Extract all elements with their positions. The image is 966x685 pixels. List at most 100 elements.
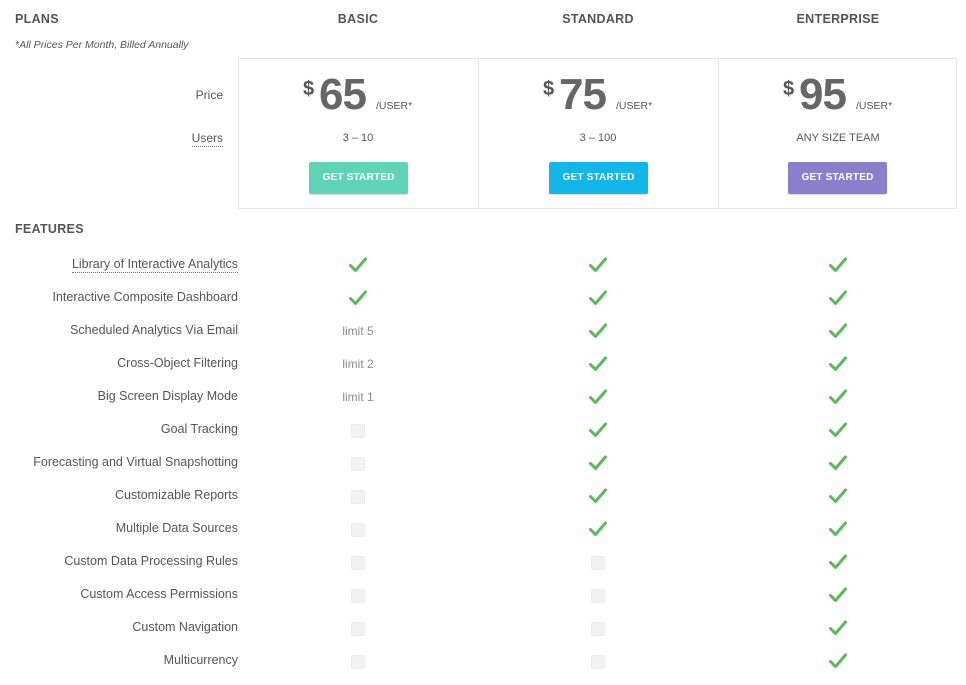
checkmark-icon — [829, 389, 847, 405]
feature-cell — [718, 550, 958, 583]
feature-cell — [238, 253, 478, 286]
feature-cell — [718, 319, 958, 352]
price-unit: /USER* — [616, 100, 653, 112]
feature-cell — [478, 583, 718, 616]
currency-symbol: $ — [783, 78, 795, 100]
feature-label: Goal Tracking — [160, 422, 238, 436]
checkmark-icon — [829, 653, 847, 669]
price-unit: /USER* — [856, 100, 893, 112]
empty-box-icon — [351, 523, 365, 537]
feature-cell — [238, 616, 478, 649]
feature-cell — [478, 352, 718, 385]
feature-cell — [238, 550, 478, 583]
plan-name-standard: STANDARD — [562, 12, 634, 26]
checkmark-icon — [349, 257, 367, 273]
checkmark-icon — [829, 290, 847, 306]
feature-cell — [718, 583, 958, 616]
checkmark-icon — [589, 389, 607, 405]
plan-name-enterprise: ENTERPRISE — [796, 12, 880, 26]
checkmark-icon — [829, 521, 847, 537]
checkmark-icon — [589, 488, 607, 504]
feature-cell — [718, 286, 958, 319]
feature-label[interactable]: Library of Interactive Analytics — [71, 257, 238, 273]
checkmark-icon — [589, 455, 607, 471]
feature-cell — [238, 418, 478, 451]
feature-cell — [478, 649, 718, 682]
feature-cell — [718, 649, 958, 682]
feature-cell — [718, 451, 958, 484]
price-basic: $ 65 /USER* — [238, 70, 478, 120]
feature-cell — [478, 286, 718, 319]
checkmark-icon — [829, 257, 847, 273]
feature-cell — [718, 517, 958, 550]
feature-cell — [718, 418, 958, 451]
checkmark-icon — [829, 554, 847, 570]
feature-cell — [478, 484, 718, 517]
feature-label: Custom Navigation — [132, 620, 238, 634]
price-amount: 75 — [559, 70, 607, 119]
feature-cell — [478, 253, 718, 286]
users-label[interactable]: Users — [191, 131, 223, 147]
feature-cell — [238, 583, 478, 616]
feature-cell: limit 1 — [238, 385, 478, 418]
feature-cell — [718, 484, 958, 517]
feature-cell — [238, 451, 478, 484]
empty-box-icon — [351, 424, 365, 438]
feature-cell — [478, 451, 718, 484]
empty-box-icon — [351, 490, 365, 504]
checkmark-icon — [589, 422, 607, 438]
price-unit: /USER* — [376, 100, 413, 112]
feature-limit: limit 5 — [342, 324, 374, 338]
checkmark-icon — [589, 257, 607, 273]
feature-cell — [238, 649, 478, 682]
feature-limit: limit 1 — [342, 390, 374, 404]
users-basic: 3 – 10 — [342, 132, 374, 144]
price-label: Price — [195, 88, 223, 102]
pricing-note: *All Prices Per Month, Billed Annually — [15, 39, 189, 51]
feature-label: Big Screen Display Mode — [97, 389, 238, 403]
feature-label: Cross-Object Filtering — [117, 356, 238, 370]
checkmark-icon — [589, 356, 607, 372]
currency-symbol: $ — [543, 78, 555, 100]
checkmark-icon — [829, 356, 847, 372]
feature-label: Customizable Reports — [115, 488, 238, 502]
feature-label: Custom Data Processing Rules — [64, 554, 238, 568]
get-started-basic-button[interactable]: GET STARTED — [309, 162, 408, 194]
checkmark-icon — [829, 587, 847, 603]
feature-label: Forecasting and Virtual Snapshotting — [33, 455, 238, 469]
feature-label: Multicurrency — [163, 653, 238, 667]
price-amount: 65 — [319, 70, 367, 119]
checkmark-icon — [829, 620, 847, 636]
checkmark-icon — [349, 290, 367, 306]
empty-box-icon — [591, 556, 605, 570]
feature-cell — [718, 616, 958, 649]
feature-cell — [238, 484, 478, 517]
plan-name-basic: BASIC — [337, 12, 379, 26]
feature-cell — [718, 253, 958, 286]
feature-cell — [478, 385, 718, 418]
empty-box-icon — [351, 457, 365, 471]
empty-box-icon — [591, 655, 605, 669]
feature-cell: limit 2 — [238, 352, 478, 385]
empty-box-icon — [591, 622, 605, 636]
checkmark-icon — [589, 323, 607, 339]
feature-cell: limit 5 — [238, 319, 478, 352]
feature-limit: limit 2 — [342, 357, 374, 371]
checkmark-icon — [589, 290, 607, 306]
get-started-standard-button[interactable]: GET STARTED — [549, 162, 648, 194]
price-amount: 95 — [799, 70, 847, 119]
feature-cell — [478, 616, 718, 649]
empty-box-icon — [351, 655, 365, 669]
feature-cell — [718, 352, 958, 385]
plans-title: PLANS — [15, 12, 59, 26]
feature-cell — [478, 418, 718, 451]
feature-cell — [478, 319, 718, 352]
feature-cell — [718, 385, 958, 418]
price-enterprise: $ 95 /USER* — [718, 70, 958, 120]
get-started-enterprise-button[interactable]: GET STARTED — [788, 162, 887, 194]
price-standard: $ 75 /USER* — [478, 70, 718, 120]
feature-cell — [478, 550, 718, 583]
currency-symbol: $ — [303, 78, 315, 100]
feature-label: Multiple Data Sources — [115, 521, 238, 535]
checkmark-icon — [829, 488, 847, 504]
